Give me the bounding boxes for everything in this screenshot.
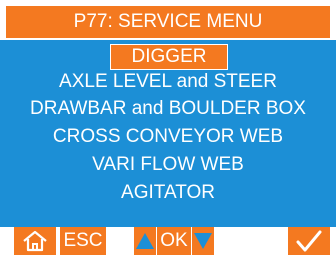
menu-item-vari-flow-web[interactable]: VARI FLOW WEB bbox=[0, 152, 336, 178]
service-menu-screen: P77: SERVICE MENU DIGGER AXLE LEVEL and … bbox=[0, 0, 336, 255]
ok-button-label: OK bbox=[160, 230, 188, 251]
ok-button[interactable]: OK bbox=[157, 227, 191, 255]
up-arrow-icon bbox=[135, 231, 155, 251]
menu-item-axle-level-and-steer[interactable]: AXLE LEVEL and STEER bbox=[0, 69, 336, 95]
menu-item-agitator[interactable]: AGITATOR bbox=[0, 180, 336, 206]
page-title-text: P77: SERVICE MENU bbox=[73, 11, 263, 32]
esc-button-label: ESC bbox=[63, 230, 103, 251]
softkey-bar: ESC OK bbox=[0, 227, 336, 255]
home-icon bbox=[22, 230, 48, 252]
menu-item-label: AGITATOR bbox=[121, 182, 215, 203]
menu-item-drawbar-and-boulder-box[interactable]: DRAWBAR and BOULDER BOX bbox=[0, 96, 336, 122]
menu-item-cross-conveyor-web[interactable]: CROSS CONVEYOR WEB bbox=[0, 124, 336, 150]
menu-item-label: CROSS CONVEYOR WEB bbox=[52, 126, 284, 147]
down-arrow-icon bbox=[193, 231, 213, 251]
menu-item-label: DRAWBAR and BOULDER BOX bbox=[30, 98, 306, 119]
confirm-button[interactable] bbox=[288, 227, 330, 255]
service-menu-list: DIGGER AXLE LEVEL and STEER DRAWBAR and … bbox=[0, 40, 336, 227]
menu-item-label: VARI FLOW WEB bbox=[92, 154, 244, 175]
page-title: P77: SERVICE MENU bbox=[6, 6, 330, 38]
menu-item-label: DIGGER bbox=[131, 46, 207, 67]
down-button[interactable] bbox=[192, 227, 214, 255]
home-button[interactable] bbox=[14, 227, 56, 255]
checkmark-icon bbox=[296, 229, 322, 253]
up-button[interactable] bbox=[134, 227, 156, 255]
menu-item-digger[interactable]: DIGGER bbox=[110, 44, 228, 70]
esc-button[interactable]: ESC bbox=[60, 227, 106, 255]
menu-item-label: AXLE LEVEL and STEER bbox=[59, 71, 277, 92]
